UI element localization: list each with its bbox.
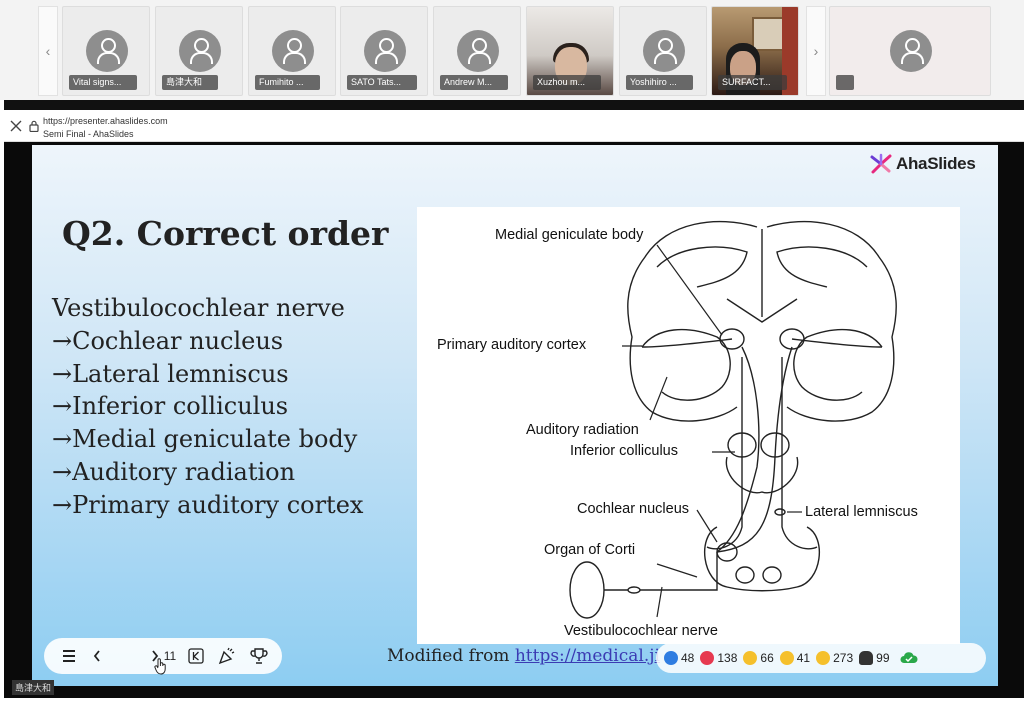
participant-name: Andrew M...	[440, 75, 509, 90]
presenter-name-tag: 島津大和	[12, 680, 55, 695]
label-auditory-radiation: Auditory radiation	[526, 422, 639, 438]
sad-emoji-icon	[816, 651, 831, 665]
reaction-count: 138	[717, 651, 738, 665]
answer-line: →Primary auditory cortex	[52, 490, 364, 519]
auditory-pathway-figure: Medial geniculate body Primary auditory …	[417, 207, 960, 644]
close-icon[interactable]	[10, 120, 22, 132]
participant-name: 島津大和	[162, 75, 219, 90]
ahaslides-logo: AhaSlides	[870, 153, 976, 175]
auditory-pathway-diagram	[569, 220, 897, 619]
participant-name: Vital signs...	[69, 75, 138, 90]
trophy-icon[interactable]	[250, 647, 268, 665]
wow-emoji-icon	[779, 651, 794, 665]
answer-line: →Medial geniculate body	[52, 425, 358, 454]
reactions-bar: 48 138 66 41 273 99	[656, 643, 986, 673]
audience-count: 99	[859, 651, 890, 665]
ahaslides-logo-icon	[870, 153, 892, 174]
participant-tile[interactable]: SATO Tats...	[340, 6, 428, 96]
divider-band	[4, 100, 1024, 110]
label-inferior-colliculus: Inferior colliculus	[570, 443, 678, 459]
avatar-icon	[86, 30, 128, 72]
menu-icon[interactable]	[62, 647, 76, 665]
keyboard-shortcut-icon[interactable]	[188, 647, 204, 665]
question-title: Q2. Correct order	[62, 214, 389, 253]
lock-icon	[29, 120, 39, 132]
answer-line: →Lateral lemniscus	[52, 359, 289, 388]
participant-tile[interactable]	[829, 6, 991, 96]
hand-cursor-icon	[154, 658, 166, 675]
participant-tile[interactable]: Andrew M...	[433, 6, 521, 96]
credit-link[interactable]: https://medical.ji	[515, 646, 660, 666]
participant-name	[836, 75, 854, 90]
participant-tile[interactable]: Vital signs...	[62, 6, 150, 96]
answer-line: Vestibulocochlear nerve	[52, 294, 345, 322]
participant-video-tile[interactable]: Xuzhou m...	[526, 6, 614, 96]
participant-tile[interactable]: Yoshihiro ...	[619, 6, 707, 96]
participant-video-tile[interactable]: SURFACT...	[711, 6, 799, 96]
answer-line: →Auditory radiation	[52, 457, 296, 486]
participant-name: SATO Tats...	[347, 75, 418, 90]
avatar-icon	[364, 30, 406, 72]
participant-name: Yoshihiro ...	[626, 75, 693, 90]
label-organ-of-corti: Organ of Corti	[544, 542, 636, 558]
label-vestibulocochlear-nerve: Vestibulocochlear nerve	[564, 623, 718, 639]
url-text[interactable]: https://presenter.ahaslides.com	[43, 116, 168, 126]
participant-name: SURFACT...	[718, 75, 787, 90]
laugh-emoji-icon	[743, 651, 758, 665]
reaction-count: 66	[760, 651, 774, 665]
avatar-icon	[272, 30, 314, 72]
label-lateral-lemniscus: Lateral lemniscus	[805, 504, 918, 520]
participant-strip: ‹ Vital signs... 島津大和 Fumihito ... SATO …	[0, 0, 1024, 100]
label-primary-auditory-cortex: Primary auditory cortex	[437, 337, 587, 353]
participant-name: Xuzhou m...	[533, 75, 602, 90]
participant-tile[interactable]: Fumihito ...	[248, 6, 336, 96]
avatar-icon	[179, 30, 221, 72]
thumbs-up-icon	[664, 651, 678, 665]
reaction-like: 48	[664, 651, 694, 665]
answer-line: →Cochlear nucleus	[52, 326, 284, 355]
participant-name: Fumihito ...	[255, 75, 320, 90]
heart-icon	[700, 651, 715, 665]
audience-count-value: 99	[876, 651, 890, 665]
reaction-wow: 41	[779, 651, 811, 665]
page-title: Semi Final - AhaSlides	[43, 129, 134, 139]
avatar-icon	[643, 30, 685, 72]
reaction-count: 273	[833, 651, 854, 665]
reaction-laugh: 66	[743, 651, 774, 665]
answer-list: Vestibulocochlear nerve →Cochlear nucleu…	[52, 292, 363, 522]
previous-slide-button[interactable]	[92, 647, 102, 665]
label-cochlear-nucleus: Cochlear nucleus	[577, 501, 690, 517]
strip-next-button[interactable]: ›	[806, 6, 826, 96]
reaction-heart: 138	[700, 651, 737, 665]
source-credit: Modified from https://medical.ji	[387, 646, 660, 666]
video-feed	[752, 17, 784, 51]
reaction-count: 41	[796, 651, 811, 665]
browser-header: https://presenter.ahaslides.com Semi Fin…	[4, 110, 1024, 142]
cloud-check-icon	[900, 652, 918, 663]
avatar-icon	[890, 30, 932, 72]
participant-tile[interactable]: 島津大和	[155, 6, 243, 96]
reaction-count: 48	[681, 651, 695, 665]
credit-prefix: Modified from	[387, 646, 515, 666]
brand-name: AhaSlides	[896, 154, 976, 173]
reaction-sad: 273	[816, 651, 853, 665]
celebrate-icon[interactable]	[218, 647, 236, 665]
label-medial-geniculate: Medial geniculate body	[495, 227, 644, 243]
avatar-icon	[457, 30, 499, 72]
answer-line: →Inferior colliculus	[52, 392, 289, 421]
strip-prev-button[interactable]: ‹	[38, 6, 58, 96]
person-icon	[859, 651, 874, 665]
